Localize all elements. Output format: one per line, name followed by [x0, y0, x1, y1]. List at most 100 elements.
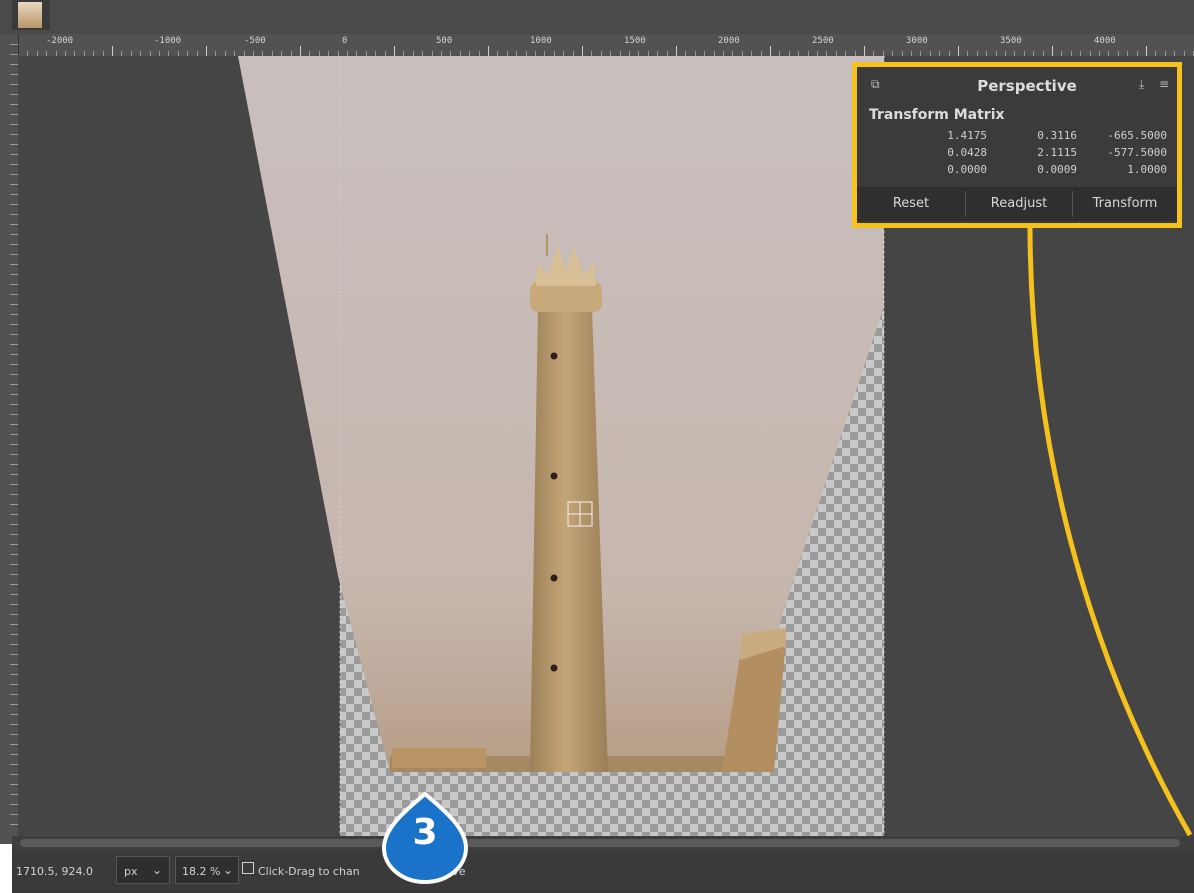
ruler-minor-tick	[10, 744, 18, 745]
ruler-minor-tick	[10, 714, 18, 715]
ruler-minor-tick	[10, 694, 18, 695]
ruler-minor-tick	[10, 484, 18, 485]
zoom-value: 18.2 %	[182, 865, 221, 878]
matrix-cell: -577.5000	[1107, 146, 1167, 159]
ruler-label: -2000	[46, 36, 74, 46]
readjust-button[interactable]: Readjust	[966, 191, 1072, 217]
minaret-balcony	[530, 282, 602, 312]
pin-icon[interactable]: ⤓	[1139, 77, 1144, 92]
ruler-minor-tick	[10, 414, 18, 415]
ruler-minor-tick	[10, 444, 18, 445]
ruler-major-tick	[394, 46, 395, 56]
transform-matrix-label: Transform Matrix	[869, 107, 1005, 123]
matrix-cell: 1.0000	[1127, 163, 1167, 176]
ruler-minor-tick	[10, 364, 18, 365]
matrix-cell: 0.0428	[947, 146, 987, 159]
ruler-minor-tick	[10, 114, 18, 115]
status-tool-icon	[242, 862, 254, 874]
ruler-minor-tick	[10, 94, 18, 95]
ruler-label: 3500	[1000, 36, 1022, 46]
window-dot	[550, 352, 558, 360]
ruler-minor-tick	[10, 634, 18, 635]
ruler-minor-tick	[10, 304, 18, 305]
chevron-down-icon: ⌄	[223, 863, 234, 877]
menu-icon[interactable]: ≡	[1159, 77, 1169, 91]
ruler-major-tick	[1146, 46, 1147, 56]
ruler-minor-tick	[10, 674, 18, 675]
ruler-minor-tick	[10, 794, 18, 795]
ruler-minor-tick	[10, 624, 18, 625]
ruler-label: -1000	[154, 36, 182, 46]
scrollbar-thumb[interactable]	[20, 839, 1180, 847]
panel-button-bar: Reset Readjust Transform	[857, 187, 1177, 221]
ruler-label: 4000	[1094, 36, 1116, 46]
matrix-row: 0.0428 2.1115 -577.5000	[897, 146, 1177, 161]
ruler-major-tick	[676, 46, 677, 56]
ruler-minor-tick	[10, 564, 18, 565]
matrix-cell: 2.1115	[1037, 146, 1077, 159]
ruler-minor-tick	[10, 764, 18, 765]
ruler-minor-tick	[10, 504, 18, 505]
ruler-minor-tick	[10, 604, 18, 605]
window-dot	[550, 574, 558, 582]
panel-title: Perspective	[977, 77, 1077, 95]
image-tab[interactable]	[12, 0, 50, 30]
ruler-minor-tick	[10, 54, 18, 55]
step-number: 3	[412, 812, 438, 853]
ruler-label: 0	[342, 36, 348, 46]
ruler-minor-tick	[10, 234, 18, 235]
ruler-label: 1500	[624, 36, 646, 46]
ruler-minor-tick	[10, 584, 18, 585]
ruler-major-tick	[958, 46, 959, 56]
matrix-cell: 0.0000	[947, 163, 987, 176]
ruler-minor-tick	[10, 214, 18, 215]
ruler-minor-tick	[10, 524, 18, 525]
ruler-minor-tick	[10, 544, 18, 545]
transform-button[interactable]: Transform	[1073, 191, 1177, 217]
ruler-minor-tick	[10, 494, 18, 495]
ruler-minor-tick	[10, 344, 18, 345]
ruler-major-tick	[770, 46, 771, 56]
ruler-minor-tick	[10, 264, 18, 265]
ruler-minor-tick	[10, 474, 18, 475]
ruler-label: 1000	[530, 36, 552, 46]
ruler-major-tick	[1052, 46, 1053, 56]
reset-button[interactable]: Reset	[857, 191, 965, 217]
ruler-minor-tick	[10, 294, 18, 295]
ruler-minor-tick	[10, 654, 18, 655]
vertical-ruler[interactable]	[0, 34, 19, 844]
ruler-minor-tick	[10, 254, 18, 255]
ruler-minor-tick	[10, 134, 18, 135]
ruler-minor-tick	[10, 224, 18, 225]
ruler-minor-tick	[10, 84, 18, 85]
ruler-minor-tick	[10, 464, 18, 465]
highlight-connector	[1027, 225, 1193, 837]
ruler-major-tick	[206, 46, 207, 56]
ruler-minor-tick	[10, 64, 18, 65]
perspective-tool-icon: ⧉	[871, 77, 880, 91]
ruler-minor-tick	[10, 804, 18, 805]
matrix-row: 0.0000 0.0009 1.0000	[897, 163, 1177, 178]
ruler-minor-tick	[10, 554, 18, 555]
ruler-minor-tick	[10, 324, 18, 325]
ruler-minor-tick	[10, 704, 18, 705]
ruler-label: 3000	[906, 36, 928, 46]
ruler-minor-tick	[10, 734, 18, 735]
horizontal-ruler[interactable]: -2000 -1000 -500 0 500 1000 1500 2000 25…	[12, 34, 1194, 57]
ruler-minor-tick	[10, 534, 18, 535]
ruler-label: -500	[244, 36, 266, 46]
matrix-row: 1.4175 0.3116 -665.5000	[897, 129, 1177, 144]
pointer-coordinates: 1710.5, 924.0	[16, 865, 93, 878]
ruler-minor-tick	[10, 74, 18, 75]
ruler-major-tick	[864, 46, 865, 56]
chevron-down-icon: ⌄	[152, 863, 163, 877]
ruler-minor-tick	[10, 754, 18, 755]
ruler-minor-tick	[10, 684, 18, 685]
ruler-minor-tick	[10, 314, 18, 315]
ruler-minor-tick	[10, 434, 18, 435]
ruler-minor-tick	[10, 614, 18, 615]
image-tabs-bar	[0, 0, 1194, 34]
window-dot	[550, 472, 558, 480]
matrix-cell: 0.3116	[1037, 129, 1077, 142]
ruler-minor-tick	[10, 164, 18, 165]
